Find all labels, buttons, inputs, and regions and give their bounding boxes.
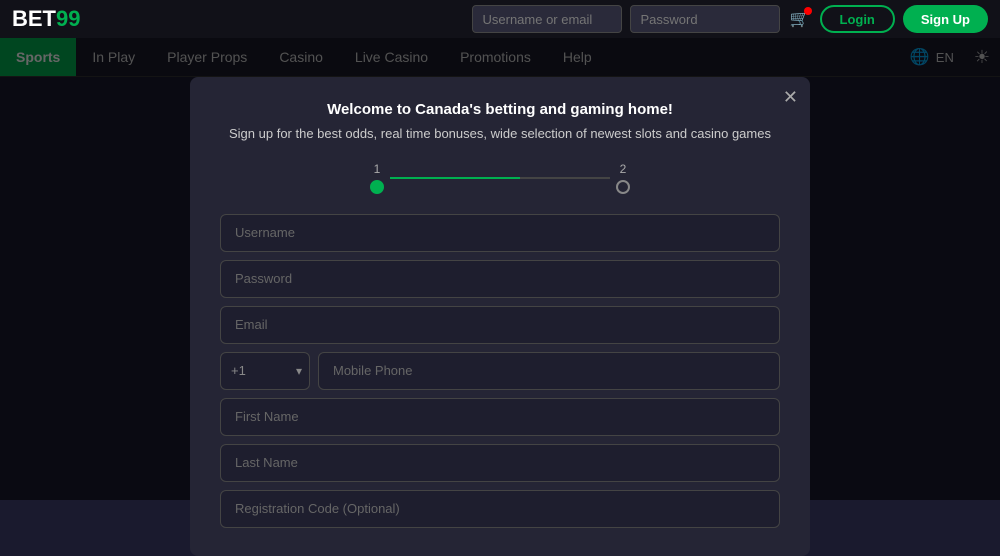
header-inputs: 🛒 Login Sign Up [472, 5, 989, 33]
signup-modal: ✕ Welcome to Canada's betting and gaming… [190, 77, 810, 556]
logo-bet: BET [12, 6, 56, 32]
modal-title: Welcome to Canada's betting and gaming h… [220, 101, 780, 118]
phone-input[interactable] [318, 352, 780, 390]
modal-subtitle: Sign up for the best odds, real time bon… [220, 124, 780, 144]
last-name-field[interactable] [220, 444, 780, 482]
phone-code-wrapper: +1 [220, 352, 310, 390]
step-track: 1 2 [370, 162, 630, 194]
notification-badge [804, 7, 812, 15]
signup-button[interactable]: Sign Up [903, 5, 988, 33]
notification-icon: 🛒 [788, 7, 812, 31]
username-input[interactable] [472, 5, 622, 33]
modal-close-button[interactable]: ✕ [783, 87, 798, 108]
steps-container: 1 2 [220, 162, 780, 194]
username-field[interactable] [220, 214, 780, 252]
step-1-dot [370, 180, 384, 194]
step-2-label: 2 [620, 162, 627, 176]
header: BET99 🛒 Login Sign Up [0, 0, 1000, 38]
logo-99: 99 [56, 6, 80, 32]
step-line-filled [390, 177, 520, 179]
phone-code-select[interactable]: +1 [220, 352, 310, 390]
phone-row: +1 [220, 352, 780, 390]
step-1-group: 1 [370, 162, 384, 194]
step-1-label: 1 [374, 162, 381, 176]
password-input[interactable] [630, 5, 780, 33]
first-name-field[interactable] [220, 398, 780, 436]
step-2-dot [616, 180, 630, 194]
step-2-group: 2 [616, 162, 630, 194]
email-field[interactable] [220, 306, 780, 344]
logo: BET99 [12, 6, 80, 32]
password-field[interactable] [220, 260, 780, 298]
login-button[interactable]: Login [820, 5, 895, 33]
reg-code-field[interactable] [220, 490, 780, 528]
